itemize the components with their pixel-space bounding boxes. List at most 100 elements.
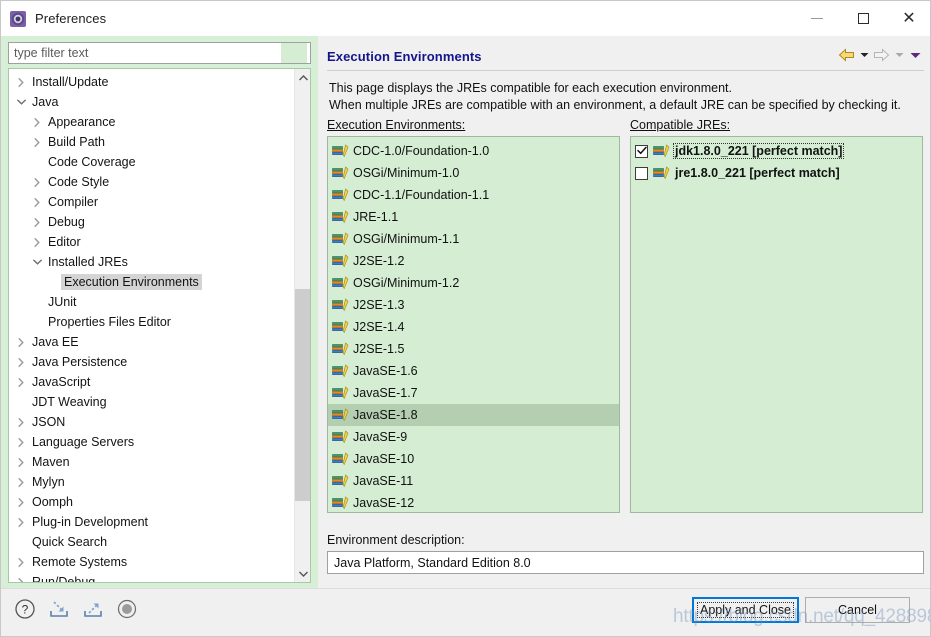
- sidebar-item-label: Language Servers: [32, 435, 135, 449]
- list-item[interactable]: jre1.8.0_221 [perfect match]: [631, 162, 922, 184]
- tree-scrollbar-thumb[interactable]: [295, 289, 310, 501]
- list-item[interactable]: J2SE-1.3: [328, 294, 619, 316]
- sidebar-item-java[interactable]: Java: [9, 92, 295, 112]
- execution-environment-icon: [332, 144, 349, 158]
- list-item[interactable]: JavaSE-1.6: [328, 360, 619, 382]
- maximize-button[interactable]: [840, 1, 886, 36]
- page-menu-chevron-down-icon[interactable]: [908, 45, 922, 65]
- execution-environments-label: Execution Environments:: [327, 118, 466, 132]
- sidebar-item-installed-jres[interactable]: Installed JREs: [9, 252, 295, 272]
- sidebar-item-label: Java: [32, 95, 59, 109]
- sidebar-item-java-persistence[interactable]: Java Persistence: [9, 352, 295, 372]
- list-item[interactable]: J2SE-1.5: [328, 338, 619, 360]
- list-item[interactable]: JavaSE-1.7: [328, 382, 619, 404]
- default-jre-checkbox[interactable]: [635, 144, 648, 158]
- help-icon[interactable]: ?: [13, 597, 37, 621]
- chevron-right-icon[interactable]: [13, 77, 29, 87]
- sidebar-item-debug[interactable]: Debug: [9, 212, 295, 232]
- sidebar-item-quick-search[interactable]: Quick Search: [9, 532, 295, 552]
- chevron-down-icon[interactable]: [29, 259, 45, 265]
- sidebar-item-oomph[interactable]: Oomph: [9, 492, 295, 512]
- list-item[interactable]: OSGi/Minimum-1.0: [328, 162, 619, 184]
- sidebar-item-appearance[interactable]: Appearance: [9, 112, 295, 132]
- list-item[interactable]: JavaSE-1.8: [328, 404, 619, 426]
- apply-and-close-button[interactable]: Apply and Close: [692, 597, 799, 623]
- sidebar-item-remote-systems[interactable]: Remote Systems: [9, 552, 295, 572]
- sidebar-item-json[interactable]: JSON: [9, 412, 295, 432]
- chevron-right-icon[interactable]: [29, 177, 45, 187]
- list-item[interactable]: J2SE-1.4: [328, 316, 619, 338]
- list-item[interactable]: OSGi/Minimum-1.2: [328, 272, 619, 294]
- chevron-right-icon[interactable]: [13, 497, 29, 507]
- cancel-button[interactable]: Cancel: [805, 597, 910, 623]
- execution-environment-icon: [332, 386, 349, 400]
- close-button[interactable]: ✕: [886, 1, 930, 36]
- minimize-button[interactable]: [794, 1, 840, 36]
- restore-defaults-icon[interactable]: [115, 597, 139, 621]
- sidebar-item-maven[interactable]: Maven: [9, 452, 295, 472]
- sidebar-item-build-path[interactable]: Build Path: [9, 132, 295, 152]
- list-item[interactable]: OSGi/Minimum-1.1: [328, 228, 619, 250]
- chevron-right-icon[interactable]: [29, 237, 45, 247]
- chevron-right-icon[interactable]: [13, 457, 29, 467]
- jre-label: jdk1.8.0_221 [perfect match]: [672, 143, 845, 159]
- compatible-jres-list[interactable]: jdk1.8.0_221 [perfect match] jre1.8.0_221…: [630, 136, 923, 513]
- chevron-down-icon[interactable]: [13, 99, 29, 105]
- sidebar-item-plug-in-development[interactable]: Plug-in Development: [9, 512, 295, 532]
- sidebar-item-code-style[interactable]: Code Style: [9, 172, 295, 192]
- chevron-right-icon[interactable]: [13, 517, 29, 527]
- chevron-right-icon[interactable]: [13, 557, 29, 567]
- execution-environment-label: JavaSE-10: [353, 452, 415, 466]
- sidebar-item-junit[interactable]: JUnit: [9, 292, 295, 312]
- export-icon[interactable]: [81, 597, 105, 621]
- list-item[interactable]: CDC-1.0/Foundation-1.0: [328, 140, 619, 162]
- sidebar-item-execution-environments[interactable]: Execution Environments: [9, 272, 295, 292]
- sidebar-item-jdt-weaving[interactable]: JDT Weaving: [9, 392, 295, 412]
- sidebar-item-properties-files-editor[interactable]: Properties Files Editor: [9, 312, 295, 332]
- sidebar-item-editor[interactable]: Editor: [9, 232, 295, 252]
- back-history-chevron-down-icon[interactable]: [857, 45, 871, 65]
- list-item[interactable]: J2SE-1.2: [328, 250, 619, 272]
- search-input[interactable]: [9, 44, 281, 62]
- execution-environments-list[interactable]: CDC-1.0/Foundation-1.0 OSGi/Minimum-1.0 CD…: [327, 136, 620, 513]
- sidebar-item-run-debug[interactable]: Run/Debug: [9, 572, 295, 582]
- list-item[interactable]: JavaSE-10: [328, 448, 619, 470]
- sidebar-item-code-coverage[interactable]: Code Coverage: [9, 152, 295, 172]
- execution-environment-label: OSGi/Minimum-1.0: [353, 166, 460, 180]
- sidebar-item-mylyn[interactable]: Mylyn: [9, 472, 295, 492]
- chevron-right-icon[interactable]: [13, 417, 29, 427]
- default-jre-checkbox[interactable]: [635, 166, 648, 180]
- window-controls: ✕: [794, 1, 930, 36]
- execution-environment-label: J2SE-1.2: [353, 254, 405, 268]
- chevron-right-icon[interactable]: [13, 357, 29, 367]
- sidebar-item-javascript[interactable]: JavaScript: [9, 372, 295, 392]
- scroll-up-arrow-icon[interactable]: [295, 69, 310, 86]
- chevron-right-icon[interactable]: [29, 197, 45, 207]
- list-item[interactable]: JavaSE-12: [328, 492, 619, 512]
- back-arrow-icon[interactable]: [838, 48, 855, 62]
- list-item[interactable]: JavaSE-9: [328, 426, 619, 448]
- execution-environments-column: Execution Environments: CDC-1.0/Foundati…: [327, 118, 620, 513]
- chevron-right-icon[interactable]: [13, 437, 29, 447]
- chevron-right-icon[interactable]: [29, 137, 45, 147]
- list-item[interactable]: JavaSE-11: [328, 470, 619, 492]
- filter-box[interactable]: [8, 42, 311, 64]
- sidebar-item-compiler[interactable]: Compiler: [9, 192, 295, 212]
- scroll-down-arrow-icon[interactable]: [295, 565, 310, 582]
- execution-environment-label: JavaSE-12: [353, 496, 415, 510]
- chevron-right-icon[interactable]: [29, 217, 45, 227]
- list-item[interactable]: CDC-1.1/Foundation-1.1: [328, 184, 619, 206]
- list-item[interactable]: JRE-1.1: [328, 206, 619, 228]
- sidebar-item-java-ee[interactable]: Java EE: [9, 332, 295, 352]
- chevron-right-icon[interactable]: [13, 577, 29, 582]
- chevron-right-icon[interactable]: [29, 117, 45, 127]
- sidebar-item-language-servers[interactable]: Language Servers: [9, 432, 295, 452]
- compatible-jres-column: Compatible JREs: jdk1.8.0_221 [perfect m…: [630, 118, 923, 513]
- tree-scrollbar[interactable]: [294, 69, 310, 582]
- chevron-right-icon[interactable]: [13, 377, 29, 387]
- chevron-right-icon[interactable]: [13, 477, 29, 487]
- import-icon[interactable]: [47, 597, 71, 621]
- sidebar-item-install-update[interactable]: Install/Update: [9, 72, 295, 92]
- list-item[interactable]: jdk1.8.0_221 [perfect match]: [631, 140, 922, 162]
- chevron-right-icon[interactable]: [13, 337, 29, 347]
